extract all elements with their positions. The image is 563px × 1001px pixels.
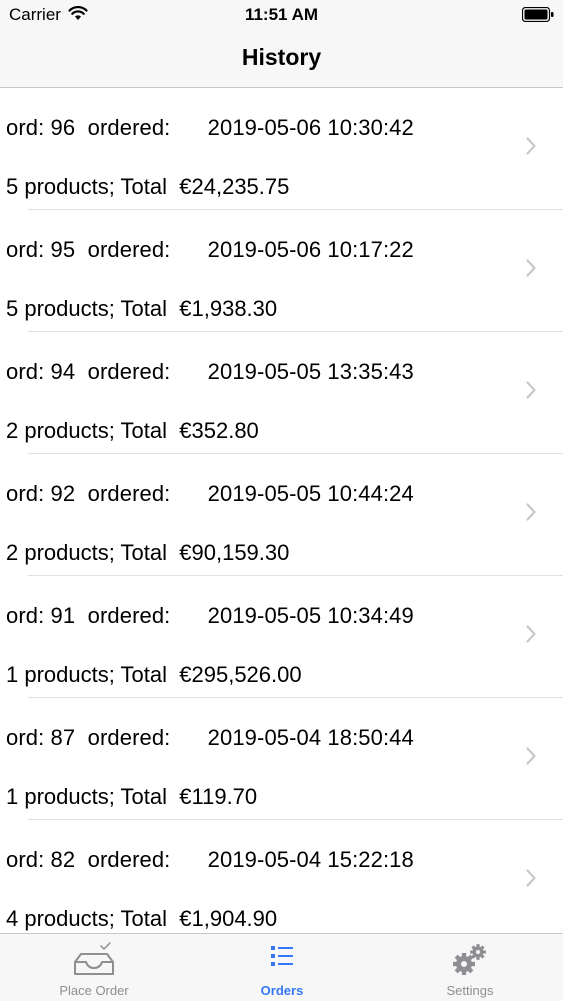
order-datetime: 2019-05-04 15:22:18 [207,847,414,872]
order-row[interactable]: ord: 82 ordered: 2019-05-04 15:22:18 4 p… [0,820,563,933]
order-summary-line: ord: 94 ordered: 2019-05-05 13:35:43 [6,359,414,385]
order-total: €24,235.75 [179,174,290,199]
order-row[interactable]: ord: 95 ordered: 2019-05-06 10:17:22 5 p… [0,210,563,332]
battery-icon [521,6,554,27]
ordered-label: ordered: [87,481,171,506]
tab-place-order[interactable]: Place Order [0,934,188,1001]
order-row[interactable]: ord: 94 ordered: 2019-05-05 13:35:43 2 p… [0,332,563,454]
order-summary-line: ord: 96 ordered: 2019-05-06 10:30:42 [6,115,414,141]
order-id: ord: 92 [6,481,76,506]
order-total-line: 4 products; Total €1,904.90 [6,906,277,932]
order-id: ord: 91 [6,603,76,628]
chevron-right-icon [526,381,536,404]
order-total-line: 1 products; Total €295,526.00 [6,662,302,688]
order-id: ord: 94 [6,359,76,384]
ordered-label: ordered: [87,359,171,384]
ordered-label: ordered: [87,847,171,872]
order-row[interactable]: ord: 91 ordered: 2019-05-05 10:34:49 1 p… [0,576,563,698]
order-row[interactable]: ord: 87 ordered: 2019-05-04 18:50:44 1 p… [0,698,563,820]
order-summary-line: ord: 91 ordered: 2019-05-05 10:34:49 [6,603,414,629]
order-id: ord: 96 [6,115,76,140]
order-datetime: 2019-05-06 10:17:22 [207,237,414,262]
order-summary-line: ord: 95 ordered: 2019-05-06 10:17:22 [6,237,414,263]
product-count: 5 products; Total [6,174,168,199]
order-total-line: 5 products; Total €1,938.30 [6,296,277,322]
tab-settings[interactable]: Settings [376,934,563,1001]
order-total-line: 5 products; Total €24,235.75 [6,174,289,200]
ordered-label: ordered: [87,725,171,750]
order-datetime: 2019-05-04 18:50:44 [207,725,414,750]
list-icon [188,942,376,978]
chevron-right-icon [526,503,536,526]
tab-label: Orders [260,983,304,998]
chevron-right-icon [526,747,536,770]
order-total-line: 1 products; Total €119.70 [6,784,257,810]
product-count: 2 products; Total [6,418,168,443]
chevron-right-icon [526,137,536,160]
order-total-line: 2 products; Total €352.80 [6,418,259,444]
tab-orders[interactable]: Orders [188,934,376,1001]
order-id: ord: 95 [6,237,76,262]
order-total: €352.80 [179,418,259,443]
order-datetime: 2019-05-05 10:34:49 [207,603,414,628]
order-row[interactable]: ord: 92 ordered: 2019-05-05 10:44:24 2 p… [0,454,563,576]
navigation-bar: History [0,30,563,88]
order-row[interactable]: ord: 96 ordered: 2019-05-06 10:30:42 5 p… [0,88,563,210]
tab-label: Settings [446,983,494,998]
ordered-label: ordered: [87,237,171,262]
order-datetime: 2019-05-05 10:44:24 [207,481,414,506]
order-total: €1,938.30 [179,296,278,321]
gear-icon [376,942,563,978]
order-list[interactable]: ord: 96 ordered: 2019-05-06 10:30:42 5 p… [0,88,563,933]
product-count: 5 products; Total [6,296,168,321]
clock: 11:51 AM [244,5,319,24]
chevron-right-icon [526,259,536,282]
ordered-label: ordered: [87,603,171,628]
order-total: €1,904.90 [179,906,278,931]
product-count: 2 products; Total [6,540,168,565]
product-count: 1 products; Total [6,662,168,687]
order-total: €119.70 [179,784,258,809]
order-total: €295,526.00 [179,662,302,687]
order-summary-line: ord: 82 ordered: 2019-05-04 15:22:18 [6,847,414,873]
tab-label: Place Order [59,983,129,998]
order-total: €90,159.30 [179,540,290,565]
order-summary-line: ord: 87 ordered: 2019-05-04 18:50:44 [6,725,414,751]
inbox-check-icon [0,942,188,978]
product-count: 4 products; Total [6,906,168,931]
product-count: 1 products; Total [6,784,168,809]
order-id: ord: 82 [6,847,76,872]
page-title: History [241,44,322,70]
order-total-line: 2 products; Total €90,159.30 [6,540,289,566]
ordered-label: ordered: [87,115,171,140]
status-bar: Carrier 11:51 AM [0,0,563,30]
order-id: ord: 87 [6,725,76,750]
order-datetime: 2019-05-05 13:35:43 [207,359,414,384]
chevron-right-icon [526,625,536,648]
order-datetime: 2019-05-06 10:30:42 [207,115,414,140]
tab-bar: Place Order Orders Settings [0,933,563,1001]
order-summary-line: ord: 92 ordered: 2019-05-05 10:44:24 [6,481,414,507]
chevron-right-icon [526,869,536,892]
